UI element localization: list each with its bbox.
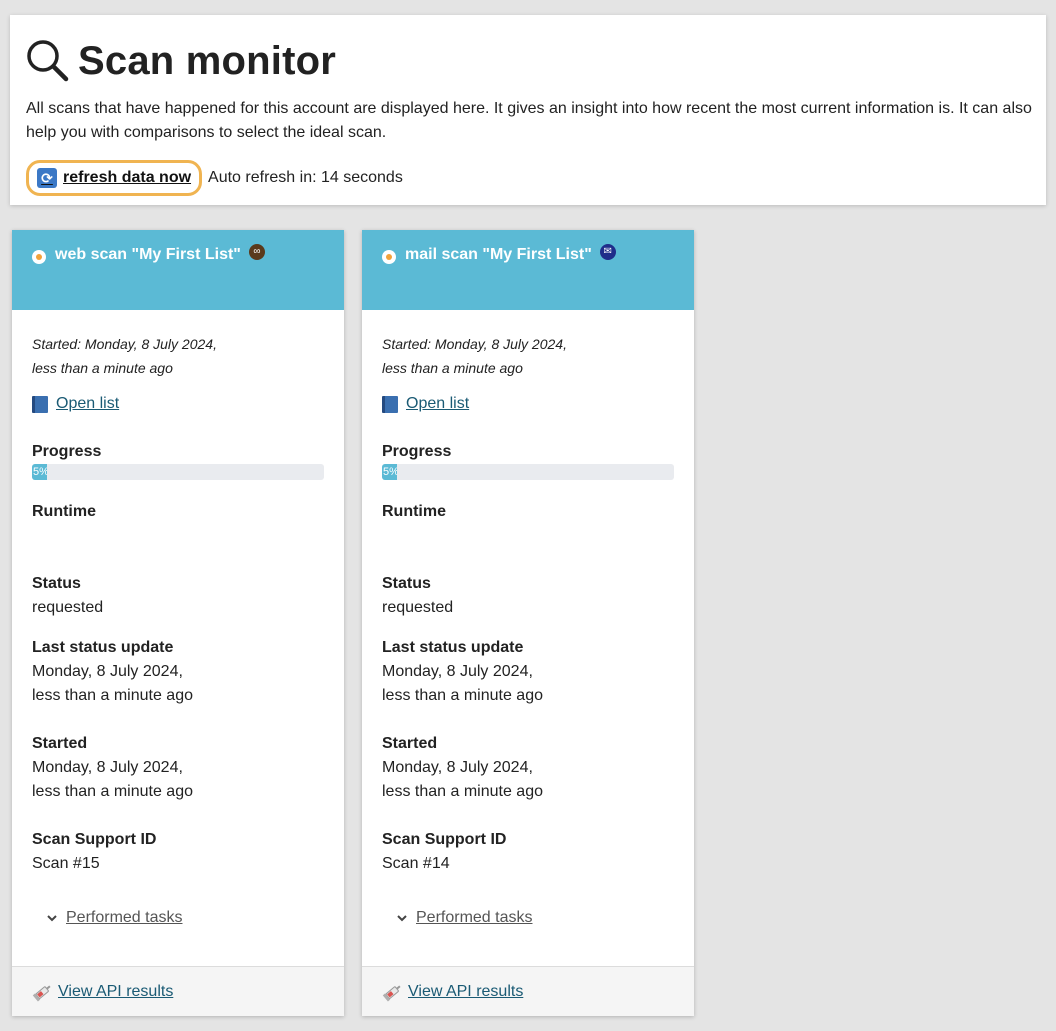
syringe-icon <box>382 984 401 1001</box>
scan-card-body: Started: Monday, 8 July 2024, less than … <box>362 310 694 932</box>
scan-card-footer: View API results <box>12 966 344 1016</box>
status-section: Status requested <box>382 572 674 620</box>
scan-card: mail scan "My First List" ✉ Started: Mon… <box>362 230 694 1016</box>
started-meta-date: Started: Monday, 8 July 2024, <box>382 336 567 352</box>
started-meta-relative: less than a minute ago <box>32 360 173 376</box>
status-value: requested <box>382 599 454 616</box>
view-api-results-link[interactable]: View API results <box>408 983 523 1001</box>
started-meta: Started: Monday, 8 July 2024, less than … <box>32 332 324 380</box>
open-list-link[interactable]: Open list <box>56 395 119 413</box>
refresh-row: ⟳ refresh data now Auto refresh in: 14 s… <box>26 160 1030 196</box>
performed-tasks-toggle[interactable]: Performed tasks <box>396 904 674 932</box>
progress-bar: 5% <box>32 464 324 480</box>
open-list-link[interactable]: Open list <box>406 395 469 413</box>
progress-fill: 5% <box>32 464 47 480</box>
status-label: Status <box>32 575 81 592</box>
runtime-label: Runtime <box>32 503 96 520</box>
performed-tasks-label: Performed tasks <box>416 909 533 926</box>
scan-title: mail scan "My First List" <box>405 246 592 263</box>
scan-card-body: Started: Monday, 8 July 2024, less than … <box>12 310 344 932</box>
magnifier-icon <box>27 40 69 82</box>
scan-monitor-header: Scan monitor All scans that have happene… <box>10 15 1046 205</box>
scan-card-header: web scan "My First List" ∞ <box>12 230 344 310</box>
refresh-label: refresh data now <box>63 169 192 186</box>
performed-tasks-toggle[interactable]: Performed tasks <box>46 904 324 932</box>
support-id-section: Scan Support ID Scan #14 <box>382 828 674 876</box>
open-list-row: Open list <box>32 392 324 416</box>
book-icon <box>32 395 48 413</box>
started-section: Started Monday, 8 July 2024, less than a… <box>32 732 324 804</box>
status-value: requested <box>32 599 104 616</box>
syringe-icon <box>32 984 51 1001</box>
started-date: Monday, 8 July 2024, <box>382 759 533 776</box>
runtime-section: Runtime <box>382 500 674 572</box>
support-id-value: Scan #14 <box>382 855 450 872</box>
scan-status-icon <box>32 250 46 264</box>
view-api-results-link[interactable]: View API results <box>58 983 173 1001</box>
refresh-icon: ⟳ <box>37 168 57 188</box>
progress-label: Progress <box>32 443 102 460</box>
scan-card-footer: View API results <box>362 966 694 1016</box>
started-relative: less than a minute ago <box>382 783 543 800</box>
started-date: Monday, 8 July 2024, <box>32 759 183 776</box>
last-update-label: Last status update <box>382 639 524 656</box>
started-label: Started <box>32 735 88 752</box>
started-section: Started Monday, 8 July 2024, less than a… <box>382 732 674 804</box>
page-description: All scans that have happened for this ac… <box>26 100 1032 141</box>
envelope-icon: ✉ <box>599 244 616 260</box>
last-update-relative: less than a minute ago <box>32 687 193 704</box>
status-label: Status <box>382 575 431 592</box>
progress-label: Progress <box>382 443 452 460</box>
refresh-data-button[interactable]: ⟳ refresh data now <box>26 160 203 196</box>
progress-bar: 5% <box>382 464 674 480</box>
runtime-section: Runtime <box>32 500 324 572</box>
started-relative: less than a minute ago <box>32 783 193 800</box>
support-id-value: Scan #15 <box>32 855 100 872</box>
scan-status-icon <box>382 250 396 264</box>
support-id-label: Scan Support ID <box>382 831 507 848</box>
performed-tasks-label: Performed tasks <box>66 909 183 926</box>
last-update-date: Monday, 8 July 2024, <box>32 663 183 680</box>
started-label: Started <box>382 735 438 752</box>
page-title: Scan monitor <box>78 38 336 83</box>
runtime-label: Runtime <box>382 503 446 520</box>
last-update-section: Last status update Monday, 8 July 2024, … <box>382 636 674 708</box>
started-meta-relative: less than a minute ago <box>382 360 523 376</box>
last-update-section: Last status update Monday, 8 July 2024, … <box>32 636 324 708</box>
scan-title: web scan "My First List" <box>55 246 241 263</box>
status-section: Status requested <box>32 572 324 620</box>
started-meta: Started: Monday, 8 July 2024, less than … <box>382 332 674 380</box>
last-update-date: Monday, 8 July 2024, <box>382 663 533 680</box>
title-row: Scan monitor <box>26 37 1030 85</box>
last-update-relative: less than a minute ago <box>382 687 543 704</box>
chevron-down-icon <box>397 915 407 922</box>
auto-refresh-countdown: Auto refresh in: 14 seconds <box>208 169 403 186</box>
started-meta-date: Started: Monday, 8 July 2024, <box>32 336 217 352</box>
book-icon <box>382 395 398 413</box>
link-icon: ∞ <box>248 244 265 260</box>
open-list-row: Open list <box>382 392 674 416</box>
progress-fill: 5% <box>382 464 397 480</box>
support-id-section: Scan Support ID Scan #15 <box>32 828 324 876</box>
support-id-label: Scan Support ID <box>32 831 157 848</box>
scan-card-header: mail scan "My First List" ✉ <box>362 230 694 310</box>
progress-section: Progress 5% <box>382 440 674 480</box>
last-update-label: Last status update <box>32 639 174 656</box>
progress-section: Progress 5% <box>32 440 324 480</box>
chevron-down-icon <box>47 915 57 922</box>
scan-card: web scan "My First List" ∞ Started: Mond… <box>12 230 344 1016</box>
